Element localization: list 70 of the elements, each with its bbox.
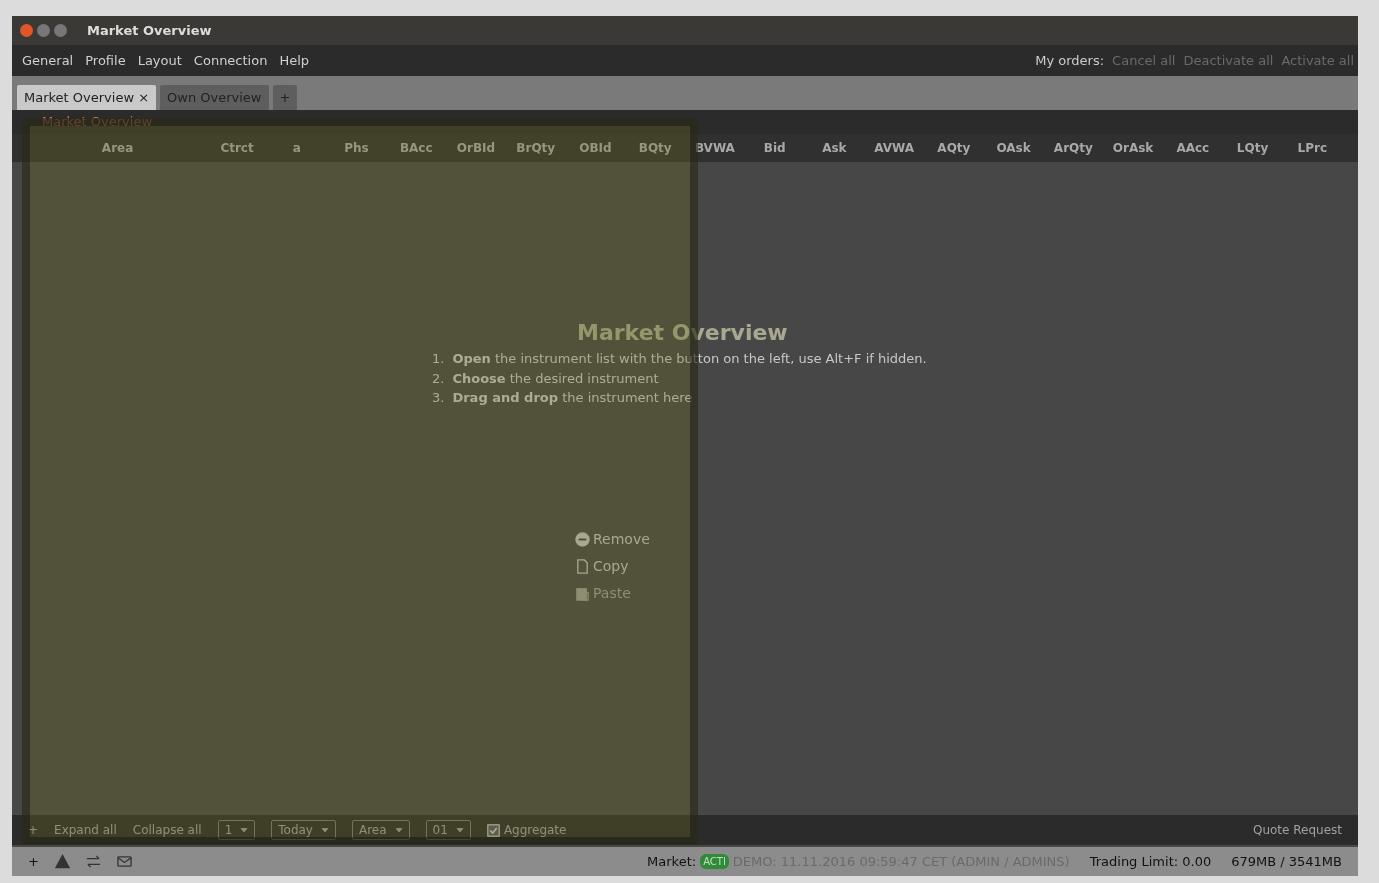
- order-action-link[interactable]: Activate all: [1281, 50, 1354, 71]
- aggregate-label: Aggregate: [503, 822, 567, 839]
- tab[interactable]: Market Overview ×: [17, 84, 157, 110]
- column-header[interactable]: OBId: [565, 139, 626, 157]
- collapse-all-button[interactable]: Collapse all: [132, 821, 202, 839]
- column-header[interactable]: Bid: [744, 139, 805, 157]
- warning-icon: [54, 854, 70, 869]
- swap-icon: [85, 854, 101, 869]
- quote-request-button[interactable]: Quote Request: [1252, 821, 1342, 839]
- clipboard-icon: [575, 586, 590, 601]
- column-header[interactable]: Area: [28, 139, 208, 157]
- menu-item[interactable]: Connection: [187, 50, 274, 71]
- mail-icon: [116, 854, 132, 869]
- expand-all-button[interactable]: Expand all: [54, 821, 117, 839]
- column-header[interactable]: OrAsk: [1103, 139, 1163, 157]
- menu-item[interactable]: Profile: [79, 50, 132, 71]
- column-header[interactable]: AVWA: [864, 139, 924, 157]
- hint-text: Choose the desired instrument: [452, 369, 659, 388]
- column-header[interactable]: BQty: [625, 139, 686, 157]
- column-header[interactable]: ArQty: [1043, 139, 1104, 157]
- add-button[interactable]: +: [28, 821, 39, 839]
- memory-usage: 679MB / 3541MB: [1231, 852, 1342, 871]
- order-action-link[interactable]: Cancel all: [1112, 50, 1176, 71]
- menu-item[interactable]: General: [16, 50, 80, 71]
- hint-text: Drag and drop the instrument here: [452, 389, 693, 407]
- column-header[interactable]: OAsk: [983, 139, 1044, 157]
- caret-icon: [455, 826, 464, 834]
- dropdown[interactable]: 1: [217, 820, 256, 840]
- column-header[interactable]: Ask: [804, 139, 865, 157]
- context-menu-item[interactable]: Copy: [575, 553, 629, 580]
- menu-item[interactable]: Layout: [131, 50, 188, 71]
- checkbox[interactable]: [486, 823, 500, 837]
- caret-icon: [240, 826, 249, 834]
- column-header[interactable]: a: [266, 139, 327, 157]
- order-action-link[interactable]: Deactivate all: [1183, 50, 1274, 71]
- document-icon: [575, 559, 590, 574]
- dropdown[interactable]: 01: [425, 820, 471, 840]
- column-header[interactable]: BAcc: [386, 139, 447, 157]
- hint-number: 2.: [432, 369, 445, 388]
- market-label: Market:: [647, 852, 697, 871]
- market-state-badge: ACTI: [700, 854, 729, 869]
- caret-icon: [321, 826, 329, 834]
- minimize-button[interactable]: [37, 24, 50, 37]
- maximize-button[interactable]: [54, 24, 67, 37]
- add-button[interactable]: +: [28, 851, 39, 872]
- tab[interactable]: Own Overview: [160, 84, 269, 110]
- column-header[interactable]: LQty: [1222, 139, 1283, 157]
- column-header[interactable]: OrBId: [446, 139, 506, 157]
- empty-state-title: Market Overview: [577, 319, 789, 347]
- column-header[interactable]: BrQty: [505, 139, 566, 157]
- column-header[interactable]: AQty: [924, 139, 984, 157]
- column-header[interactable]: AAcc: [1162, 139, 1223, 157]
- trading-limit: Trading Limit: 0.00: [1089, 852, 1212, 871]
- column-header[interactable]: Ctrct: [207, 139, 267, 157]
- column-header[interactable]: LPrc: [1282, 139, 1343, 157]
- orders-label: My orders:: [1035, 51, 1105, 70]
- column-header[interactable]: BVWA: [685, 139, 745, 157]
- window-title: Market Overview: [87, 21, 212, 40]
- hint-number: 1.: [432, 350, 445, 368]
- close-button[interactable]: [20, 24, 33, 37]
- dropdown[interactable]: Area: [352, 820, 410, 840]
- panel-title: Market Overview: [42, 113, 153, 132]
- column-header[interactable]: Phs: [326, 139, 387, 157]
- add-tab-button[interactable]: +: [272, 84, 298, 110]
- dropdown[interactable]: Today: [271, 820, 336, 840]
- caret-icon: [394, 826, 403, 834]
- context-menu-item[interactable]: Remove: [575, 526, 650, 553]
- minus-circle-icon: [575, 532, 590, 547]
- hint-number: 3.: [432, 389, 445, 407]
- menu-item[interactable]: Help: [273, 50, 316, 71]
